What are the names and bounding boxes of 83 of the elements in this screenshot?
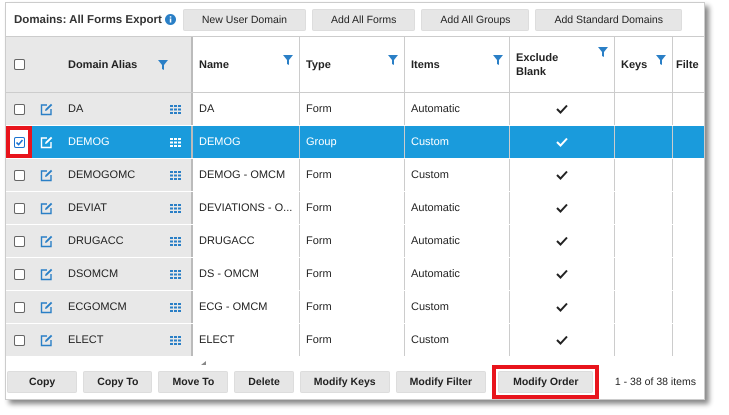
table-cell-text: DEMOGOMC (68, 169, 136, 181)
grid-icon[interactable] (170, 302, 181, 312)
row-checkbox[interactable] (14, 334, 24, 346)
toolbar-button[interactable]: Add All Groups (421, 8, 530, 30)
table-cell: Group (306, 136, 337, 148)
row-checkbox[interactable] (14, 202, 24, 214)
table-cell-text: DRUGACC (68, 235, 125, 247)
footer-button[interactable]: Modify Order (498, 371, 594, 393)
filter-icon[interactable] (388, 55, 398, 65)
edit-icon[interactable] (40, 334, 52, 346)
column-header: Items (411, 58, 441, 72)
table-cell: Form (306, 334, 332, 346)
table-cell-text: DA (68, 103, 84, 115)
column-header: Domain Alias (68, 58, 138, 72)
column-header: Name (199, 58, 230, 72)
info-icon (164, 14, 176, 25)
row-checkbox[interactable] (14, 104, 24, 114)
column-header: Type (306, 58, 332, 72)
edit-icon[interactable] (40, 234, 52, 248)
grid-icon[interactable] (170, 104, 181, 114)
edit-icon[interactable] (40, 102, 52, 116)
table-cell: Form (306, 235, 332, 247)
filter-icon[interactable] (493, 55, 503, 65)
grid-icon[interactable] (170, 170, 181, 180)
table-cell: ECG - OMCM (199, 301, 268, 313)
table-cell: Custom (411, 169, 449, 181)
footer-button[interactable]: Modify Keys (300, 371, 390, 393)
grid-icon[interactable] (170, 236, 181, 246)
pager-info: 1 - 38 of 38 items (614, 376, 696, 388)
table-cell: DA (199, 103, 214, 115)
table-cell: Form (306, 169, 332, 181)
table-cell: DS - OMCM (199, 268, 259, 280)
toolbar-button[interactable]: Add All Forms (312, 8, 416, 30)
footer-button[interactable]: Move To (158, 371, 228, 393)
edit-icon[interactable] (40, 168, 52, 182)
table-cell-text: DEVIAT (68, 202, 108, 214)
row-checkbox[interactable] (14, 268, 24, 280)
row-checkbox[interactable] (14, 236, 24, 246)
footer-button[interactable]: Modify Filter (396, 371, 486, 393)
grid-icon[interactable] (170, 336, 181, 344)
table-cell: ELECT (199, 334, 234, 346)
edit-icon[interactable] (40, 268, 52, 280)
filter-icon[interactable] (656, 55, 666, 65)
table-cell: Automatic (411, 235, 460, 247)
table-cell: Automatic (411, 268, 460, 280)
toolbar-button[interactable]: New User Domain (182, 8, 306, 30)
table-cell: Custom (411, 334, 449, 346)
table-cell: Form (306, 103, 332, 115)
table-cell-text: ELECT (68, 334, 104, 346)
table-cell: Custom (411, 301, 449, 313)
row-checkbox[interactable] (14, 170, 24, 180)
row-checkbox[interactable] (14, 136, 24, 148)
table-cell-text: DEMOG (68, 136, 111, 148)
edit-icon[interactable] (40, 300, 52, 314)
toolbar-button[interactable]: Add Standard Domains (535, 8, 682, 30)
table-cell: Automatic (411, 202, 460, 214)
grid-icon[interactable] (170, 270, 181, 278)
footer-button[interactable]: Copy (7, 371, 78, 393)
select-all-checkbox[interactable] (14, 59, 24, 70)
filter-icon[interactable] (598, 47, 608, 57)
edit-icon[interactable] (40, 202, 52, 214)
table-cell: DEMOG (199, 136, 241, 148)
table-cell: Form (306, 301, 332, 313)
footer-button[interactable]: Delete (234, 371, 294, 393)
filter-icon[interactable] (158, 60, 168, 70)
table-cell: DEVIATIONS - O... (199, 202, 292, 214)
column-header: Keys (621, 58, 648, 72)
column-header: Filte (676, 58, 699, 72)
table-cell-text: ECGOMCM (68, 301, 128, 313)
table-cell: DRUGACC (199, 235, 255, 247)
panel-title: Domains: All Forms Export (14, 14, 162, 26)
grid-icon[interactable] (170, 204, 181, 212)
grid-icon[interactable] (170, 138, 181, 146)
table-cell: Form (306, 268, 332, 280)
table-cell: Custom (411, 136, 449, 148)
table-cell: Form (306, 202, 332, 214)
table-cell-text: DSOMCM (68, 268, 120, 280)
footer-button[interactable]: Copy To (83, 371, 152, 393)
table-cell: Automatic (411, 103, 460, 115)
filter-icon[interactable] (283, 55, 293, 65)
row-checkbox[interactable] (14, 302, 24, 312)
column-header: Exclude Blank (516, 50, 560, 78)
table-cell: DEMOG - OMCM (199, 169, 286, 181)
